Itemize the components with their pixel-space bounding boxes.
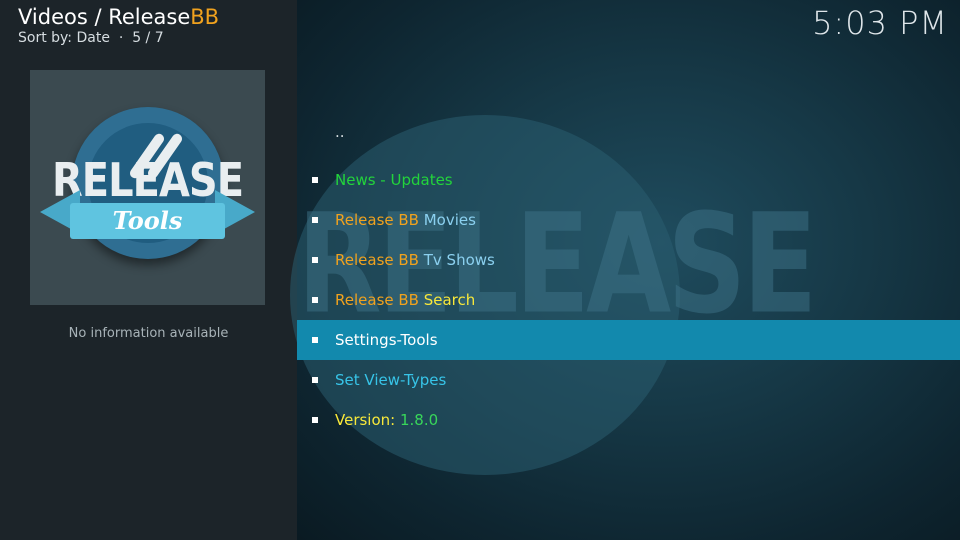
list-item-label: Release BB Movies bbox=[335, 200, 476, 240]
label-part: Release BB bbox=[335, 211, 424, 229]
label-part: Release BB bbox=[335, 291, 424, 309]
label-part: News - Updates bbox=[335, 171, 453, 189]
list-item[interactable]: Release BB Tv Shows bbox=[297, 240, 960, 280]
label-part: Settings-Tools bbox=[335, 331, 438, 349]
logo-ribbon-text: Tools bbox=[112, 206, 183, 235]
label-part: Movies bbox=[423, 211, 476, 229]
list-item[interactable]: Release BB Search bbox=[297, 280, 960, 320]
label-part: Search bbox=[423, 291, 476, 309]
label-part: 1.8.0 bbox=[399, 411, 439, 429]
list-item-label: Release BB Search bbox=[335, 280, 475, 320]
bullet-icon bbox=[312, 377, 318, 383]
info-text: No information available bbox=[68, 326, 229, 341]
label-part: Release BB bbox=[335, 251, 424, 269]
info-panel: Videos / ReleaseBB Sort by: Date · 5 / 7… bbox=[0, 0, 297, 540]
list-item-label: Set View-Types bbox=[335, 360, 446, 400]
list-item-label: Settings-Tools bbox=[335, 320, 438, 360]
list-item[interactable]: Settings-Tools bbox=[297, 320, 960, 360]
kodi-window: Videos / ReleaseBB Sort by: Date · 5 / 7… bbox=[0, 0, 960, 540]
parent-folder-label: .. bbox=[335, 123, 345, 141]
list-item-label: Version: 1.8.0 bbox=[335, 400, 438, 440]
addon-thumbnail: RELEASE Tools bbox=[30, 70, 265, 305]
label-part: Version: bbox=[335, 411, 400, 429]
list-item[interactable]: Set View-Types bbox=[297, 360, 960, 400]
parent-folder-item[interactable]: .. bbox=[297, 120, 960, 160]
header: Videos / ReleaseBB Sort by: Date · 5 / 7 bbox=[18, 4, 219, 46]
separator: · bbox=[118, 30, 124, 46]
sort-info: Sort by: Date · 5 / 7 bbox=[18, 30, 219, 46]
list-item[interactable]: Version: 1.8.0 bbox=[297, 400, 960, 440]
bullet-icon bbox=[312, 217, 318, 223]
bullet-icon bbox=[312, 417, 318, 423]
clock: 5:03 PM bbox=[812, 4, 948, 42]
item-position: 5 / 7 bbox=[132, 30, 164, 46]
bullet-icon bbox=[312, 337, 318, 343]
breadcrumb-accent: BB bbox=[190, 5, 220, 29]
list-item-label: News - Updates bbox=[335, 160, 453, 200]
sort-label[interactable]: Sort by: Date bbox=[18, 30, 110, 46]
label-part: Tv Shows bbox=[423, 251, 495, 269]
label-part: Set View-Types bbox=[335, 371, 447, 389]
item-list: .. News - Updates Release BB Movies Releas… bbox=[297, 120, 960, 440]
list-item[interactable]: Release BB Movies bbox=[297, 200, 960, 240]
bullet-icon bbox=[312, 297, 318, 303]
list-item-label: Release BB Tv Shows bbox=[335, 240, 495, 280]
list-item[interactable]: News - Updates bbox=[297, 160, 960, 200]
bullet-icon bbox=[312, 177, 318, 183]
breadcrumb: Videos / ReleaseBB bbox=[18, 4, 219, 30]
breadcrumb-text: Videos / Release bbox=[18, 5, 191, 29]
bullet-icon bbox=[312, 257, 318, 263]
